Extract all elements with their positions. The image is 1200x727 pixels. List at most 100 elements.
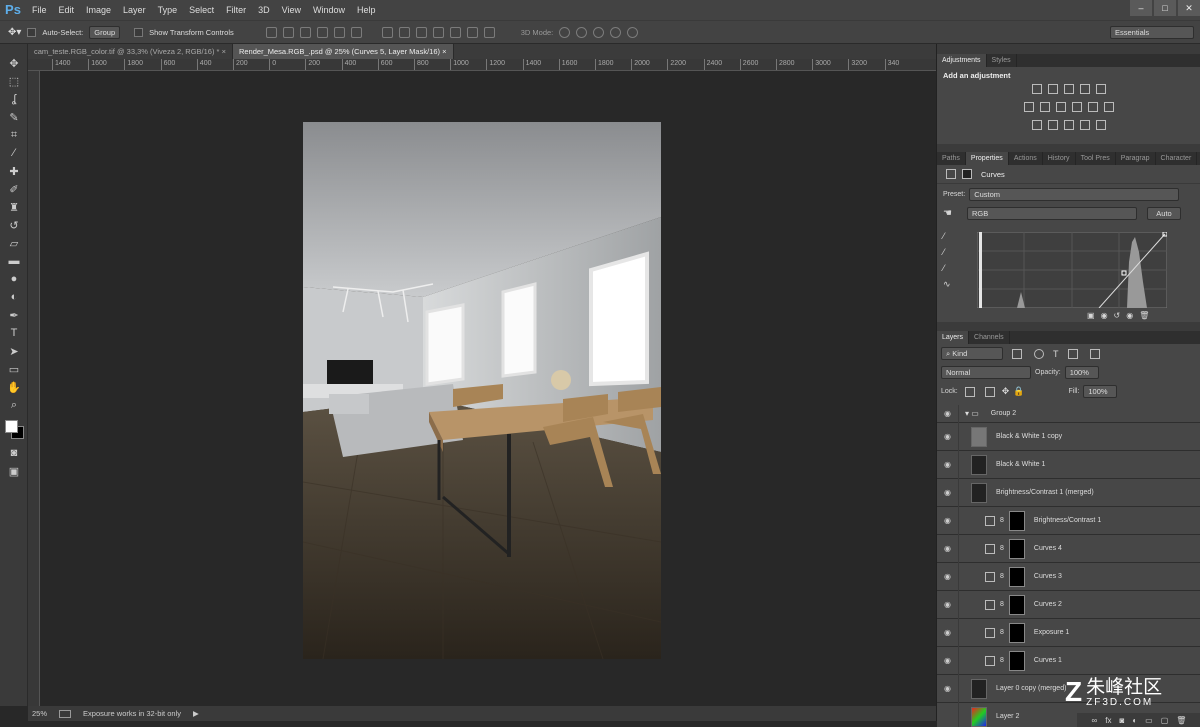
menu-layer[interactable]: Layer [117, 0, 152, 20]
delete-icon[interactable]: 🗑 [1176, 716, 1186, 725]
eye-icon[interactable]: ◉ [937, 479, 959, 507]
eye-icon[interactable]: ◉ [937, 619, 959, 647]
mask-icon[interactable] [962, 169, 972, 179]
curves-icon[interactable] [1064, 84, 1074, 94]
menu-select[interactable]: Select [183, 0, 220, 20]
menu-file[interactable]: File [26, 0, 53, 20]
layer-mask-thumbnail[interactable] [1009, 623, 1025, 643]
distribute-left-icon[interactable] [433, 27, 444, 38]
status-arrow-icon[interactable]: ▶ [193, 709, 199, 718]
preset-dropdown[interactable]: Custom [969, 188, 1179, 201]
tab-history[interactable]: History [1043, 152, 1076, 165]
auto-align-icon[interactable] [484, 27, 495, 38]
eye-icon[interactable]: ◉ [937, 647, 959, 675]
3d-roll-icon[interactable] [576, 27, 587, 38]
healing-brush-tool-icon[interactable]: ✚ [0, 162, 28, 180]
foreground-color-swatch[interactable] [5, 420, 18, 433]
layer-filter-dropdown[interactable]: ⌕ Kind [941, 347, 1003, 360]
layer-row[interactable]: ◉8Curves 2 [937, 591, 1200, 619]
folder-icon[interactable]: ▾ ▭ [965, 409, 979, 418]
menu-help[interactable]: Help [351, 0, 382, 20]
lock-all-icon[interactable]: 🔒 [1013, 386, 1024, 397]
channel-mixer-icon[interactable] [1088, 102, 1098, 112]
photo-filter-icon[interactable] [1072, 102, 1082, 112]
distribute-top-icon[interactable] [382, 27, 393, 38]
rectangle-tool-icon[interactable]: ▭ [0, 360, 28, 378]
lock-position-icon[interactable]: ✥ [1002, 386, 1010, 397]
chain-icon[interactable]: 8 [1000, 573, 1004, 580]
brightness-icon[interactable] [1032, 84, 1042, 94]
layer-row[interactable]: ◉Black & White 1 [937, 451, 1200, 479]
eye-icon[interactable]: ◉ [937, 423, 959, 451]
tab-properties[interactable]: Properties [966, 152, 1009, 165]
align-hcenter-icon[interactable] [334, 27, 345, 38]
gradient-tool-icon[interactable]: ▬ [0, 252, 28, 270]
show-transform-checkbox[interactable] [134, 28, 143, 37]
auto-select-dropdown[interactable]: Group [89, 26, 120, 39]
eyedropper-black-icon[interactable]: ⁄ [943, 231, 959, 247]
clone-stamp-tool-icon[interactable]: ♜ [0, 198, 28, 216]
move-tool-icon[interactable]: ✥ [0, 54, 28, 72]
invert-icon[interactable] [1032, 120, 1042, 130]
screen-mode-icon[interactable]: ▣ [0, 462, 28, 480]
distribute-hcenter-icon[interactable] [450, 27, 461, 38]
history-brush-tool-icon[interactable]: ↺ [0, 216, 28, 234]
path-select-tool-icon[interactable]: ➤ [0, 342, 28, 360]
channel-dropdown[interactable]: RGB [967, 207, 1137, 220]
layer-mask-thumbnail[interactable] [1009, 651, 1025, 671]
eye-icon[interactable]: ◉ [937, 535, 959, 563]
fx-icon[interactable]: fx [1105, 716, 1111, 725]
dodge-tool-icon[interactable]: ◐ [0, 288, 28, 306]
minimize-icon[interactable]: – [1130, 0, 1152, 16]
new-adjustment-icon[interactable]: ◐ [1132, 716, 1137, 725]
auto-button[interactable]: Auto [1147, 207, 1181, 220]
chain-icon[interactable]: 8 [1000, 657, 1004, 664]
link-icon[interactable]: ∞ [1092, 716, 1098, 725]
menu-type[interactable]: Type [152, 0, 184, 20]
black-white-icon[interactable] [1056, 102, 1066, 112]
layer-row[interactable]: ◉8Brightness/Contrast 1 [937, 507, 1200, 535]
type-tool-icon[interactable]: T [0, 324, 28, 342]
filter-adjustment-icon[interactable] [1034, 349, 1044, 359]
filter-pixel-icon[interactable] [1012, 349, 1022, 359]
color-lookup-icon[interactable] [1104, 102, 1114, 112]
eye-icon[interactable]: ◉ [937, 675, 959, 703]
close-icon[interactable]: × [442, 47, 446, 56]
auto-select-checkbox[interactable] [27, 28, 36, 37]
lock-pixels-icon[interactable] [985, 387, 995, 397]
document-image[interactable] [303, 122, 661, 659]
eyedropper-tool-icon[interactable]: ⁄ [0, 144, 28, 162]
close-icon[interactable]: ✕ [1178, 0, 1200, 16]
layer-row[interactable]: ◉8Curves 1 [937, 647, 1200, 675]
chain-icon[interactable]: 8 [1000, 601, 1004, 608]
filter-shape-icon[interactable] [1068, 349, 1078, 359]
distribute-right-icon[interactable] [467, 27, 478, 38]
brush-tool-icon[interactable]: ✐ [0, 180, 28, 198]
color-balance-icon[interactable] [1040, 102, 1050, 112]
align-top-icon[interactable] [266, 27, 277, 38]
3d-pan-icon[interactable] [593, 27, 604, 38]
exposure-icon[interactable] [1080, 84, 1090, 94]
menu-3d[interactable]: 3D [252, 0, 276, 20]
clip-icon[interactable]: ▣ [1087, 311, 1095, 320]
tab-paths[interactable]: Paths [937, 152, 966, 165]
layer-row[interactable]: ◉Black & White 1 copy [937, 423, 1200, 451]
layer-row[interactable]: ◉8Curves 4 [937, 535, 1200, 563]
eye-icon[interactable]: ◉ [937, 563, 959, 591]
filter-smart-icon[interactable] [1090, 349, 1100, 359]
tab-layers[interactable]: Layers [937, 331, 969, 344]
opacity-input[interactable]: 100% [1065, 366, 1099, 379]
align-right-icon[interactable] [351, 27, 362, 38]
marquee-tool-icon[interactable]: ⬚ [0, 72, 28, 90]
layer-mask-thumbnail[interactable] [1009, 567, 1025, 587]
menu-window[interactable]: Window [307, 0, 351, 20]
eye-icon[interactable]: ◉ [937, 591, 959, 619]
crop-tool-icon[interactable]: ⌗ [0, 126, 28, 144]
workspace-dropdown[interactable]: Essentials [1110, 26, 1194, 39]
align-left-icon[interactable] [317, 27, 328, 38]
menu-image[interactable]: Image [80, 0, 117, 20]
eye-icon[interactable]: ◉ [937, 405, 959, 423]
threshold-icon[interactable] [1064, 120, 1074, 130]
reset-icon[interactable]: ↺ [1114, 311, 1121, 320]
layer-mask-thumbnail[interactable] [1009, 595, 1025, 615]
